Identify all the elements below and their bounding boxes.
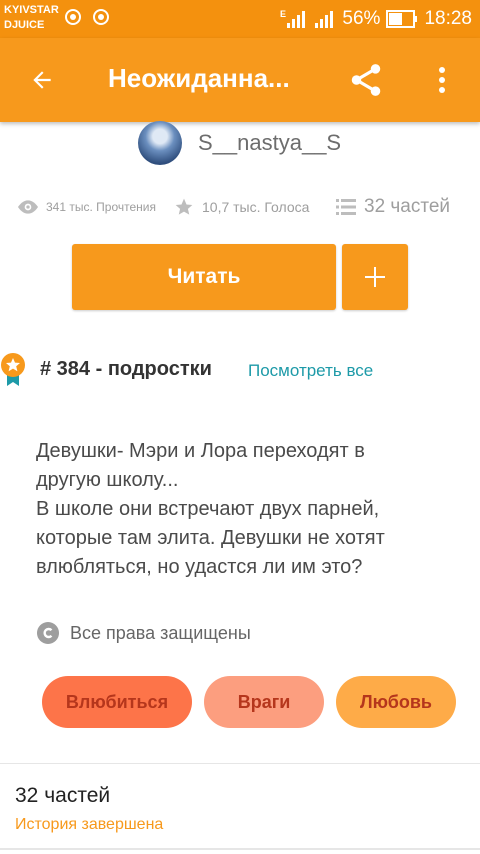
carrier-subname: DJUICE [4,19,45,31]
more-options-button[interactable] [420,58,464,102]
avatar[interactable] [138,121,182,165]
votes-count: 10,7 тыс. Голоса [202,199,310,215]
share-icon [351,64,381,96]
clock: 18:28 [424,8,472,29]
tag-chip[interactable]: Влюбиться [42,676,192,728]
signal-strength-icon-2 [315,11,334,28]
carrier-info: KYIVSTAR DJUICE [4,3,59,33]
copyright-row: Все права защищены [36,619,251,647]
tag-chip[interactable]: Враги [204,676,324,728]
plus-icon [365,267,385,287]
back-button[interactable] [20,58,64,102]
star-icon [175,198,193,215]
app-bar: Неожиданна... [0,38,480,122]
see-all-link[interactable]: Посмотреть все [248,361,373,381]
more-vert-icon [439,67,445,93]
author-name[interactable]: S__nastya__S [198,130,341,156]
story-status: История завершена [15,816,164,833]
network-type-label: E [280,9,286,19]
share-button[interactable] [344,58,388,102]
divider-bottom [0,848,480,850]
eye-icon [18,200,38,214]
reads-count: 341 тыс. Прочтения [46,200,156,214]
notification-icon-2 [93,9,109,25]
read-button[interactable]: Читать [72,244,336,310]
back-arrow-icon [33,71,51,89]
battery-icon [386,10,418,28]
ranking-text[interactable]: # 384 - подростки [40,358,212,381]
stats-row: 341 тыс. Прочтения 10,7 тыс. Голоса 32 ч… [18,193,468,221]
status-right: E 56% 18:28 [280,6,472,32]
carrier-name: KYIVSTAR [4,4,59,16]
parts-section-title[interactable]: 32 частей [15,784,110,808]
list-icon [336,199,356,215]
description-line: влюбляться, но удастся ли им это? [36,556,363,578]
ranking-row: # 384 - подростки Посмотреть все [0,352,480,392]
parts-count: 32 частей [364,196,451,217]
notification-icon [65,9,81,25]
description-line: В школе они встречают двух парней, [36,498,380,520]
description-line: Девушки- Мэри и Лора переходят в [36,440,365,462]
divider [0,763,480,764]
copyright-icon [37,622,59,644]
description-line: другую школу... [36,469,179,491]
votes-stat: 10,7 тыс. Голоса [174,197,336,217]
story-title: Неожиданна... [108,63,290,93]
copyright-text: Все права защищены [70,622,251,643]
description-line: которые там элита. Девушки не хотят [36,527,385,549]
battery-percent: 56% [342,8,381,29]
reads-stat: 341 тыс. Прочтения [18,200,174,214]
ranking-badge-icon [1,353,25,386]
parts-stat: 32 частей [336,196,450,218]
story-description: Девушки- Мэри и Лора переходят в другую … [36,437,456,582]
author-row[interactable]: S__nastya__S [138,120,341,166]
add-to-library-button[interactable] [342,244,408,310]
signal-strength-icon: E [280,9,306,28]
tag-chip[interactable]: Любовь [336,676,456,728]
status-bar: KYIVSTAR DJUICE E 56% 18:28 [0,0,480,38]
